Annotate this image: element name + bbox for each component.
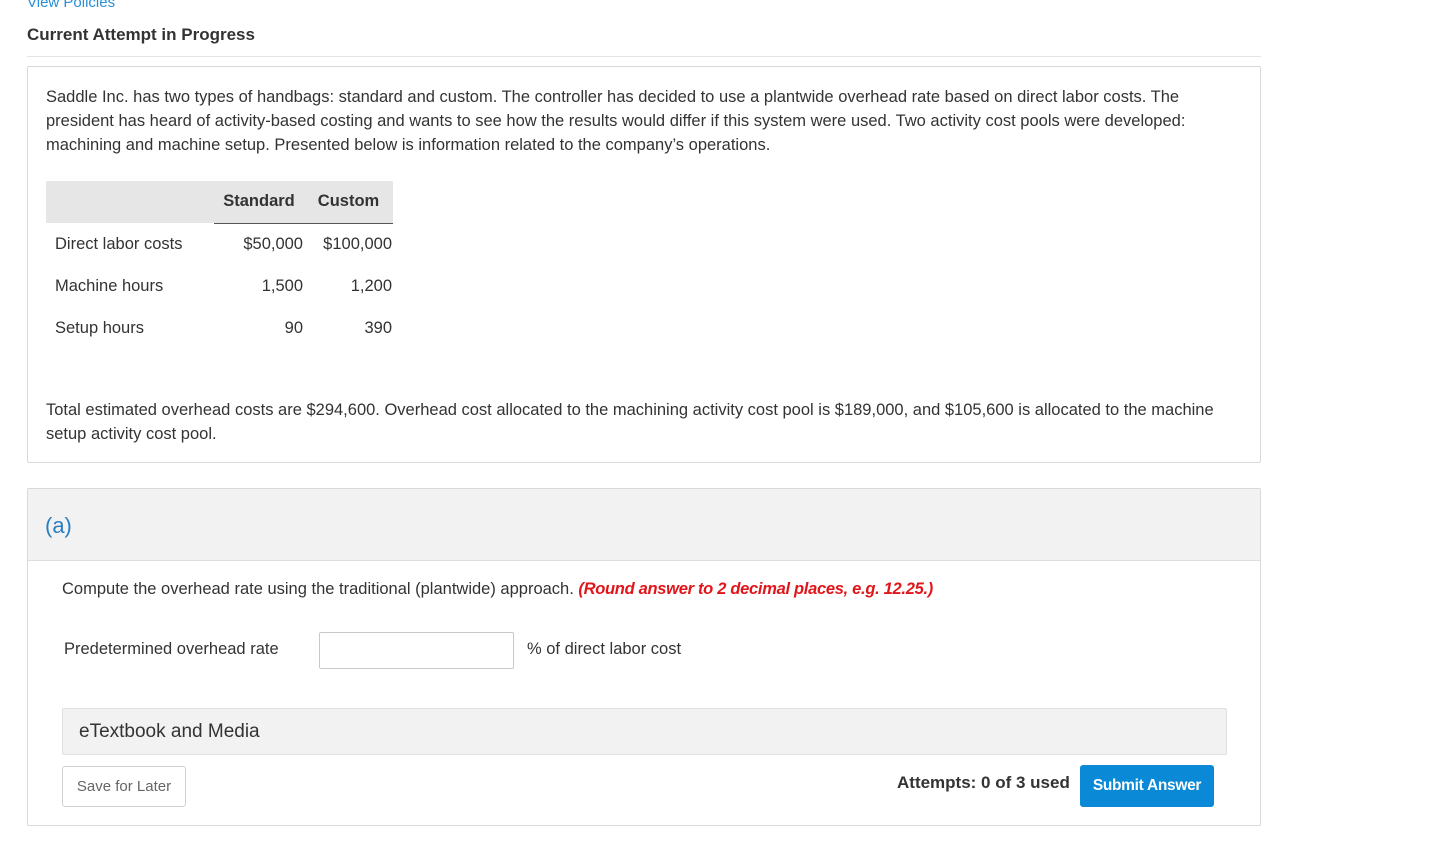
custom-value: $100,000	[323, 234, 392, 253]
custom-value: 1,200	[350, 276, 392, 295]
table-row: Machine hours 1,500 1,200	[46, 265, 393, 307]
part-a-panel: (a) Compute the overhead rate using the …	[27, 488, 1261, 826]
divider	[27, 56, 1261, 57]
data-table: Standard Custom Direct labor costs $50,0…	[46, 181, 393, 349]
table-header-blank	[46, 181, 214, 223]
standard-value: 1,500	[261, 276, 303, 295]
table-row: Direct labor costs $50,000 $100,000	[46, 223, 393, 265]
instruction: Compute the overhead rate using the trad…	[62, 580, 933, 599]
rounding-note: (Round answer to 2 decimal places, e.g. …	[578, 580, 933, 598]
instruction-text: Compute the overhead rate using the trad…	[62, 580, 574, 598]
table-header-row: Standard Custom	[46, 181, 393, 224]
view-policies-link[interactable]: View Policies	[27, 0, 115, 11]
rate-label: Predetermined overhead rate	[64, 640, 279, 658]
table-header-standard: Standard	[214, 181, 304, 224]
save-for-later-button[interactable]: Save for Later	[62, 766, 186, 807]
question-closing: Total estimated overhead costs are $294,…	[46, 401, 1214, 443]
etextbook-media-toggle[interactable]: eTextbook and Media	[62, 708, 1227, 755]
custom-value: 390	[364, 318, 392, 337]
part-label: (a)	[45, 513, 72, 538]
table-header-custom: Custom	[304, 181, 393, 224]
part-a-header: (a)	[28, 489, 1260, 561]
rate-unit: % of direct labor cost	[527, 640, 682, 658]
standard-value: $50,000	[243, 234, 303, 253]
question-intro: Saddle Inc. has two types of handbags: s…	[46, 88, 1186, 154]
row-label: Setup hours	[55, 318, 144, 337]
submit-answer-button[interactable]: Submit Answer	[1080, 765, 1214, 807]
etextbook-label: eTextbook and Media	[79, 721, 260, 742]
question-panel: Saddle Inc. has two types of handbags: s…	[27, 66, 1261, 463]
table-row: Setup hours 90 390	[46, 307, 393, 349]
row-label: Direct labor costs	[55, 234, 183, 253]
attempt-title: Current Attempt in Progress	[27, 25, 255, 44]
row-label: Machine hours	[55, 276, 164, 295]
attempts-counter: Attempts: 0 of 3 used	[897, 773, 1070, 792]
standard-value: 90	[284, 318, 303, 337]
rate-input[interactable]	[319, 632, 514, 669]
